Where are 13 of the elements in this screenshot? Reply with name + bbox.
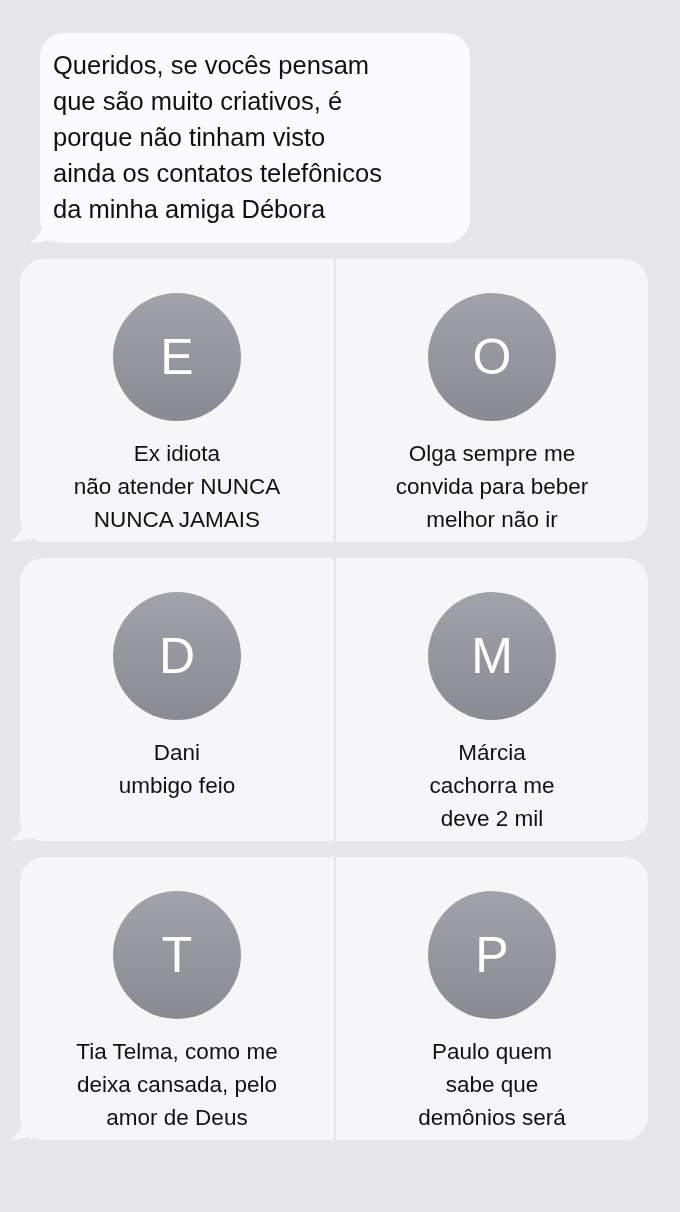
contact-name: Dani umbigo feio	[118, 739, 236, 800]
contact-name: Tia Telma, como me deixa cansada, pelo amor de Deus	[76, 1038, 278, 1132]
avatar[interactable]: M	[428, 592, 556, 720]
contact-name: Olga sempre me convida para beber melhor não ir	[395, 440, 589, 534]
avatar[interactable]: P	[428, 891, 556, 1019]
avatar[interactable]: T	[113, 891, 241, 1019]
message-bubble: Queridos, se vocês pensam que são muito criativos, é porque não tinham visto ainda os contatos telefônicos da minha amiga Débora	[40, 33, 470, 243]
avatar[interactable]: D	[113, 592, 241, 720]
avatar[interactable]: O	[428, 293, 556, 421]
contact-name: Paulo quem sabe que demônios será	[418, 1038, 566, 1132]
contact-name: Márcia cachorra me deve 2 mil	[429, 739, 555, 833]
avatar[interactable]: E	[113, 293, 241, 421]
contact-name: Ex idiota não atender NUNCA NUNCA JAMAIS	[73, 440, 281, 534]
